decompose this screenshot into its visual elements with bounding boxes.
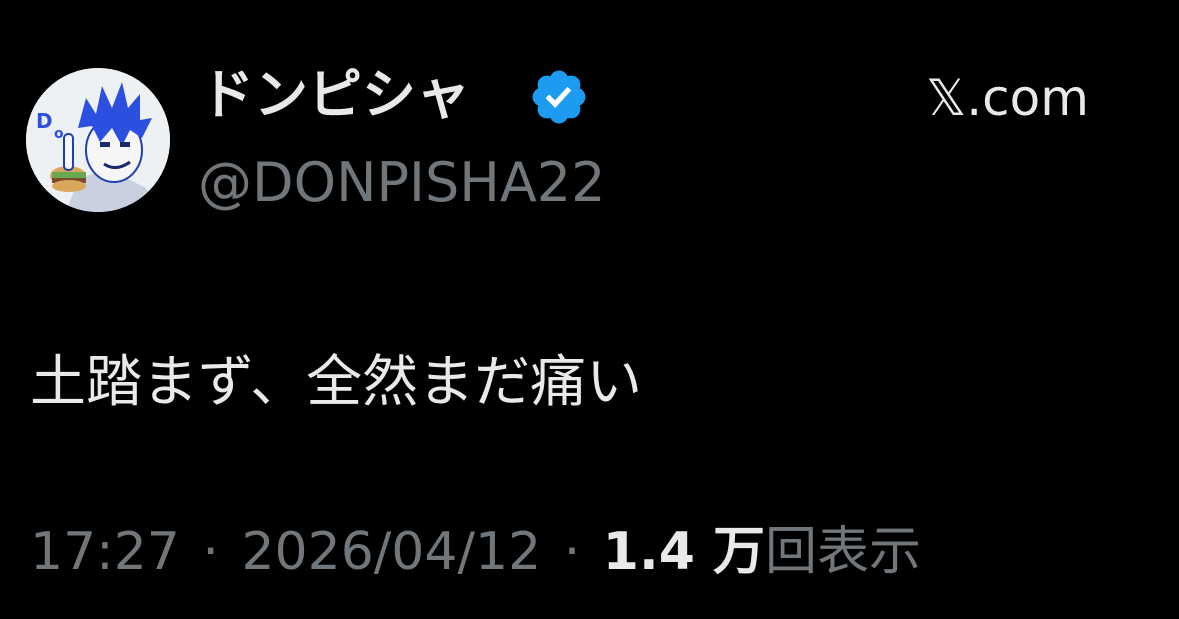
svg-text:o: o [54, 126, 64, 142]
verified-badge-icon [532, 70, 586, 124]
tweet-text: 土踏まず、全然まだ痛い [30, 350, 643, 415]
tweet-meta: 17:27 · 2026/04/12 · 1.4 万回表示 [30, 516, 921, 588]
tweet-date[interactable]: 2026/04/12 [241, 522, 541, 582]
brand-logo-text: 𝕏.com [926, 69, 1089, 127]
svg-text:D: D [36, 109, 53, 133]
user-avatar-illustration-icon: D o [26, 68, 170, 212]
tweet-time[interactable]: 17:27 [30, 522, 180, 582]
author-handle[interactable]: @DONPISHA22 [198, 146, 606, 220]
views-count[interactable]: 1.4 万 [603, 522, 765, 582]
author-display-name[interactable]: ドンピシャ [200, 58, 470, 132]
views-label: 回表示 [765, 522, 922, 582]
meta-separator: · [563, 522, 581, 582]
avatar[interactable]: D o [26, 68, 170, 212]
meta-separator: · [202, 522, 219, 582]
